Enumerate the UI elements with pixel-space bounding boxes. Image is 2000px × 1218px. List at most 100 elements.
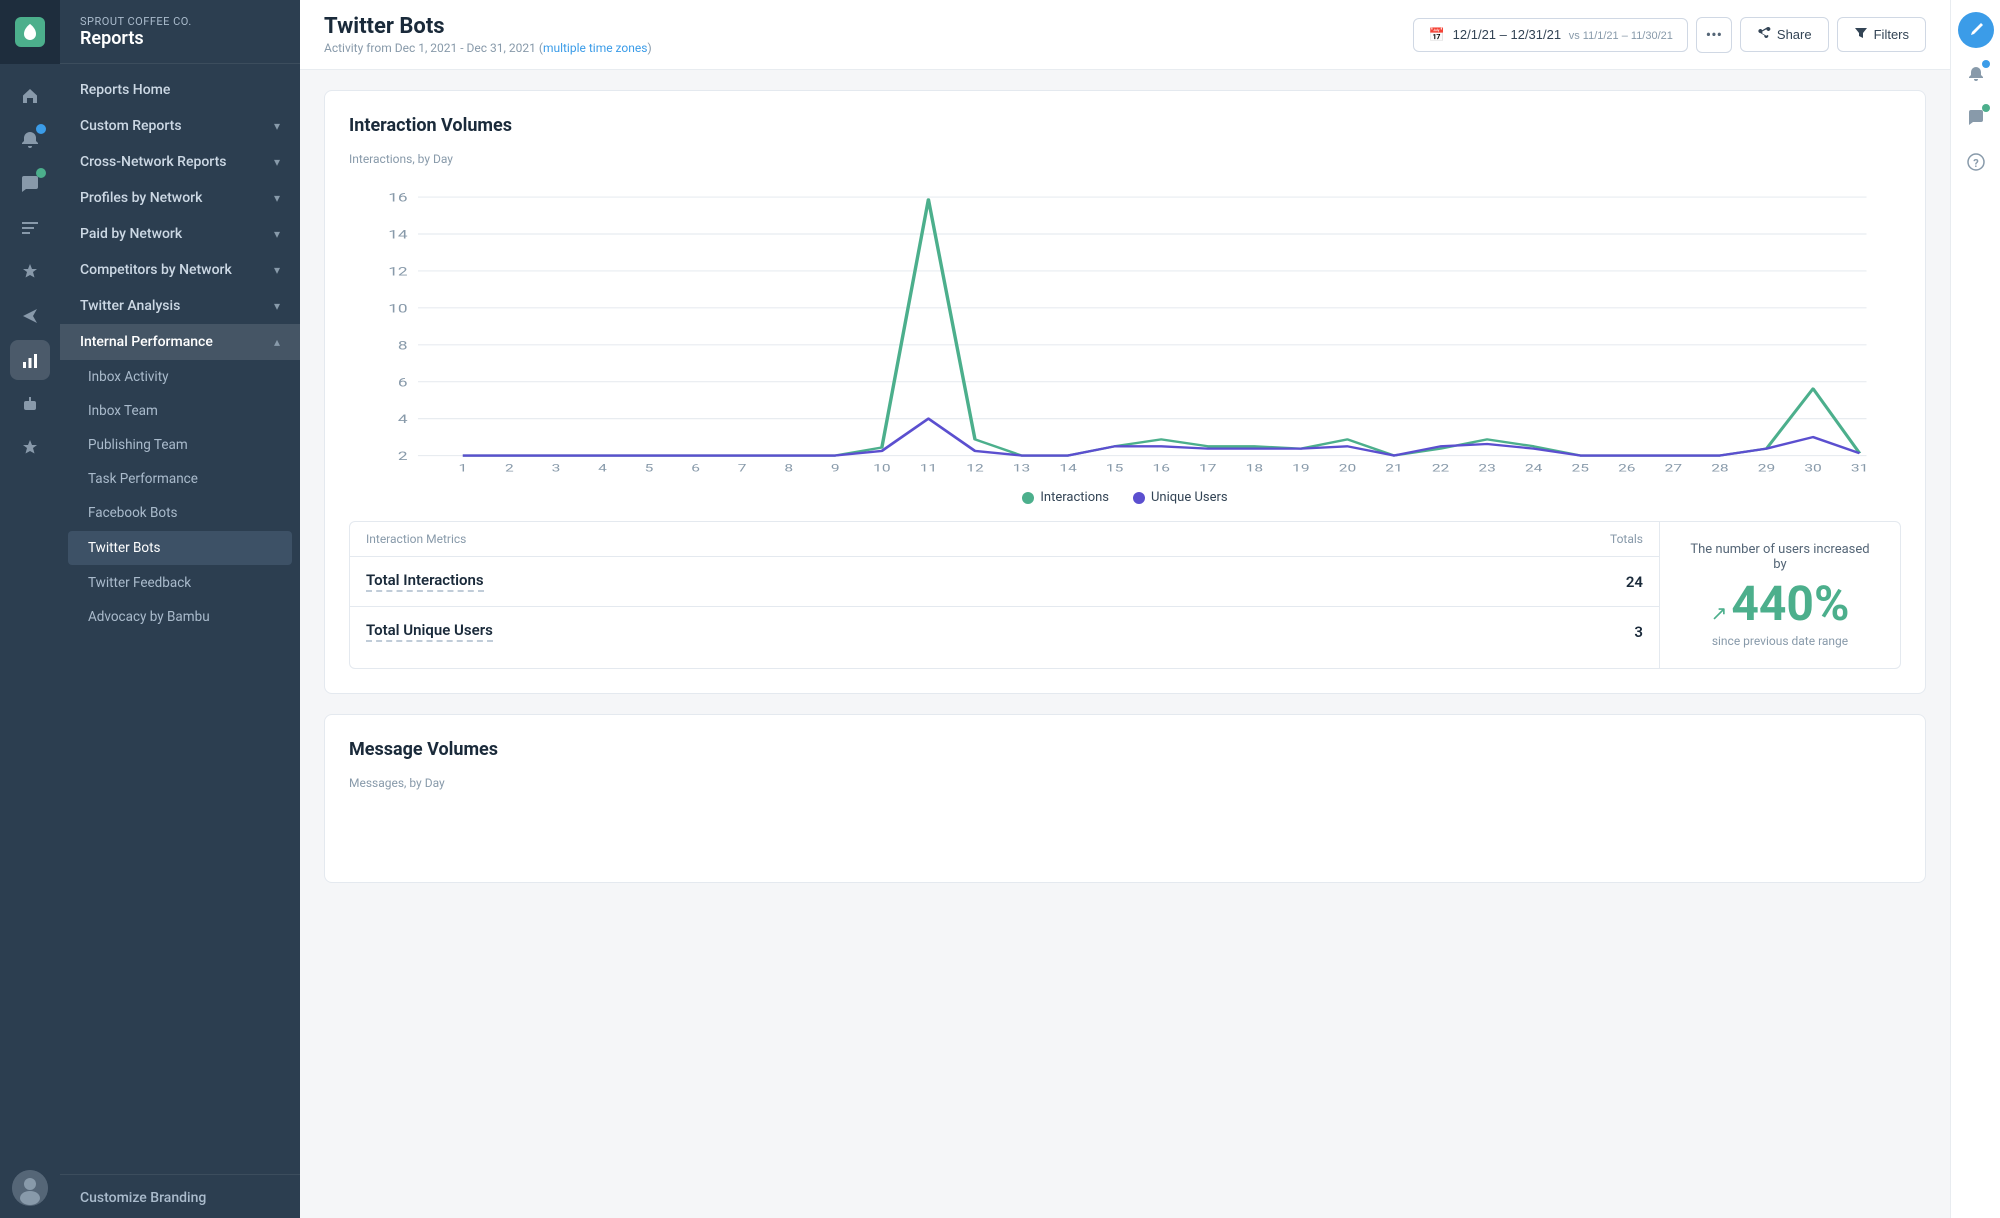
- chevron-down-icon: ▾: [274, 119, 280, 133]
- svg-text:7: 7: [738, 463, 747, 474]
- svg-text:?: ?: [1973, 157, 1979, 170]
- interaction-volumes-title: Interaction Volumes: [349, 115, 1901, 136]
- svg-text:2: 2: [505, 463, 514, 474]
- sidebar-footer: Customize Branding: [60, 1174, 300, 1218]
- svg-text:8: 8: [398, 338, 408, 352]
- sidebar-item-twitter-analysis[interactable]: Twitter Analysis ▾: [60, 288, 300, 324]
- robot-icon[interactable]: [10, 384, 50, 424]
- sidebar-item-internal-performance[interactable]: Internal Performance ▴: [60, 324, 300, 360]
- svg-text:2: 2: [398, 449, 408, 463]
- chevron-down-icon: ▾: [274, 263, 280, 277]
- svg-text:16: 16: [388, 191, 407, 205]
- sprout-logo: [15, 17, 45, 47]
- home-icon[interactable]: [10, 76, 50, 116]
- calendar-icon: 📅: [1428, 27, 1444, 43]
- sidebar-item-profiles-by-network[interactable]: Profiles by Network ▾: [60, 180, 300, 216]
- main-area: Twitter Bots Activity from Dec 1, 2021 -…: [300, 0, 1950, 1218]
- sidebar-sub-twitter-feedback[interactable]: Twitter Feedback: [60, 566, 300, 600]
- svg-text:14: 14: [388, 228, 407, 242]
- svg-text:20: 20: [1339, 463, 1356, 474]
- chart-label-interactions: Interactions, by Day: [349, 152, 1901, 166]
- sidebar-item-paid-by-network[interactable]: Paid by Network ▾: [60, 216, 300, 252]
- svg-text:12: 12: [966, 463, 983, 474]
- messages-icon[interactable]: [10, 164, 50, 204]
- date-range-text: 12/1/21 – 12/31/21 vs 11/1/21 – 11/30/21: [1453, 27, 1673, 42]
- svg-text:25: 25: [1572, 463, 1589, 474]
- svg-text:30: 30: [1804, 463, 1821, 474]
- sidebar-item-competitors-by-network[interactable]: Competitors by Network ▾: [60, 252, 300, 288]
- svg-text:9: 9: [831, 463, 840, 474]
- svg-text:1: 1: [458, 463, 467, 474]
- rail-bottom: [12, 1170, 48, 1218]
- pin-icon[interactable]: [10, 252, 50, 292]
- logo-area: [0, 0, 60, 64]
- section-title: Reports: [80, 28, 280, 49]
- filters-button[interactable]: Filters: [1837, 17, 1926, 52]
- svg-text:12: 12: [388, 265, 407, 279]
- metrics-callout: The number of users increased by ↗ 440% …: [1660, 522, 1900, 668]
- interactions-dot: [1022, 492, 1034, 504]
- page-subtitle: Activity from Dec 1, 2021 - Dec 31, 2021…: [324, 41, 652, 55]
- sidebar-sub-facebook-bots[interactable]: Facebook Bots: [60, 496, 300, 530]
- sidebar-item-custom-reports[interactable]: Custom Reports ▾: [60, 108, 300, 144]
- sidebar-sub-twitter-bots[interactable]: Twitter Bots: [68, 531, 292, 565]
- rail-icon-list: [10, 64, 50, 1170]
- sidebar-sub-advocacy-by-bambu[interactable]: Advocacy by Bambu: [60, 600, 300, 634]
- svg-text:15: 15: [1106, 463, 1123, 474]
- interaction-volumes-card: Interaction Volumes Interactions, by Day…: [324, 90, 1926, 694]
- compose-button[interactable]: [1958, 12, 1994, 48]
- sidebar-header: Sprout Coffee Co. Reports: [60, 0, 300, 64]
- message-chart-placeholder: [349, 798, 1901, 858]
- svg-text:21: 21: [1385, 463, 1402, 474]
- callout-value-row: ↗ 440%: [1711, 580, 1850, 628]
- svg-text:10: 10: [388, 301, 407, 315]
- sidebar-sub-inbox-team[interactable]: Inbox Team: [60, 394, 300, 428]
- chevron-down-icon: ▾: [274, 227, 280, 241]
- svg-text:29: 29: [1758, 463, 1775, 474]
- inbox-icon[interactable]: [10, 208, 50, 248]
- send-icon[interactable]: [10, 296, 50, 336]
- chat-panel-icon[interactable]: [1958, 100, 1994, 136]
- svg-text:28: 28: [1711, 463, 1728, 474]
- svg-text:4: 4: [598, 463, 607, 474]
- content-area: Interaction Volumes Interactions, by Day…: [300, 70, 1950, 1218]
- svg-text:19: 19: [1292, 463, 1309, 474]
- svg-text:6: 6: [398, 375, 408, 389]
- metric-total-unique-users: Total Unique Users 3: [350, 607, 1659, 656]
- more-options-button[interactable]: •••: [1696, 17, 1732, 53]
- reports-icon[interactable]: [10, 340, 50, 380]
- header-left: Twitter Bots Activity from Dec 1, 2021 -…: [324, 14, 652, 55]
- chevron-up-icon: ▴: [274, 335, 280, 349]
- share-button[interactable]: Share: [1740, 17, 1829, 52]
- sidebar-sub-task-performance[interactable]: Task Performance: [60, 462, 300, 496]
- chart-label-messages: Messages, by Day: [349, 776, 1901, 790]
- notifications-panel-icon[interactable]: [1958, 56, 1994, 92]
- top-header: Twitter Bots Activity from Dec 1, 2021 -…: [300, 0, 1950, 70]
- page-title: Twitter Bots: [324, 14, 652, 39]
- interaction-chart-container: 16 14 12 10 8 6 4 2 1 2 3 4 5 6 7 8: [349, 174, 1901, 474]
- sidebar-item-reports-home[interactable]: Reports Home: [60, 72, 300, 108]
- message-volumes-card: Message Volumes Messages, by Day: [324, 714, 1926, 883]
- metrics-header: Interaction Metrics Totals: [350, 522, 1659, 557]
- chevron-down-icon: ▾: [274, 299, 280, 313]
- svg-text:16: 16: [1152, 463, 1169, 474]
- avatar[interactable]: [12, 1170, 48, 1206]
- svg-text:17: 17: [1199, 463, 1216, 474]
- chevron-down-icon: ▾: [274, 191, 280, 205]
- svg-text:26: 26: [1618, 463, 1635, 474]
- date-range-button[interactable]: 📅 12/1/21 – 12/31/21 vs 11/1/21 – 11/30/…: [1413, 18, 1687, 52]
- customize-branding-link[interactable]: Customize Branding: [80, 1190, 206, 1206]
- filter-icon: [1854, 26, 1868, 43]
- sidebar-item-cross-network[interactable]: Cross-Network Reports ▾: [60, 144, 300, 180]
- sidebar-nav: Reports Home Custom Reports ▾ Cross-Netw…: [60, 64, 300, 1174]
- svg-text:6: 6: [691, 463, 700, 474]
- sidebar-sub-publishing-team[interactable]: Publishing Team: [60, 428, 300, 462]
- help-panel-icon[interactable]: ?: [1958, 144, 1994, 180]
- sidebar: Sprout Coffee Co. Reports Reports Home C…: [60, 0, 300, 1218]
- star-icon[interactable]: [10, 428, 50, 468]
- sidebar-sub-inbox-activity[interactable]: Inbox Activity: [60, 360, 300, 394]
- metric-total-interactions: Total Interactions 24: [350, 557, 1659, 607]
- company-name: Sprout Coffee Co.: [80, 15, 280, 28]
- legend-unique-users: Unique Users: [1133, 490, 1228, 505]
- bell-icon[interactable]: [10, 120, 50, 160]
